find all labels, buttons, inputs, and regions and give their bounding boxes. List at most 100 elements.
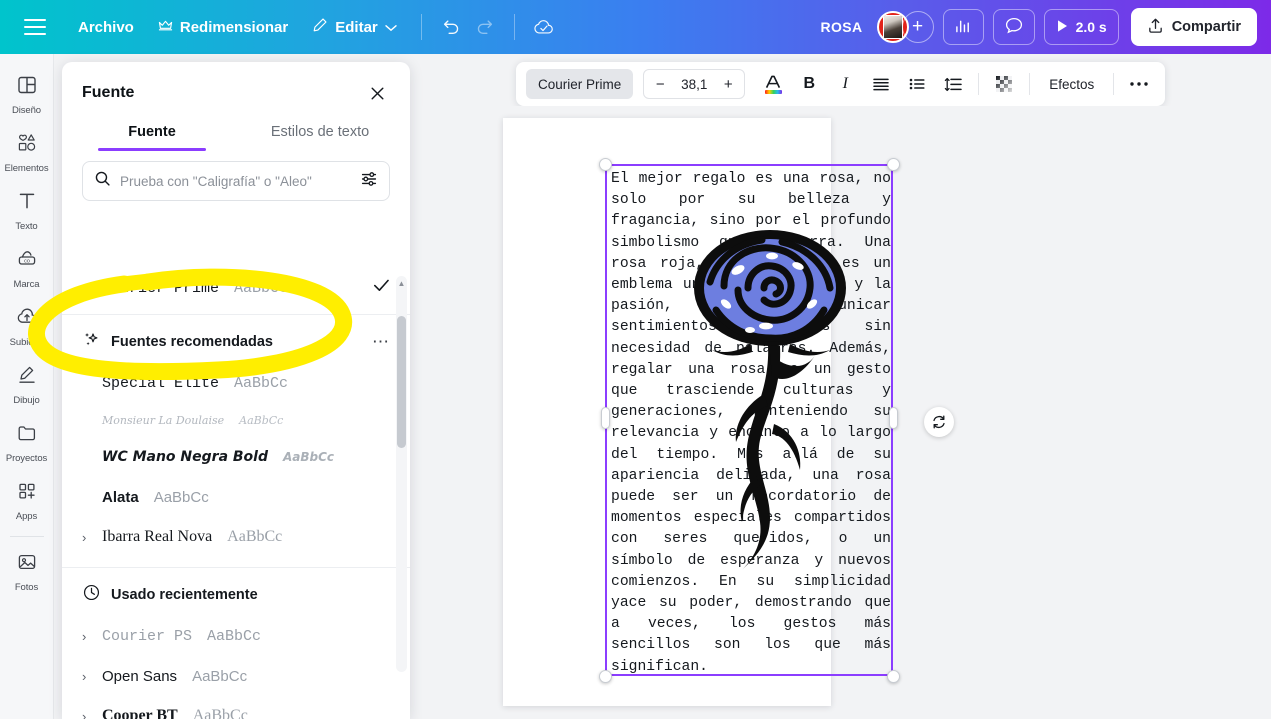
font-row-courier-prime[interactable]: › Courier Prime AaBbCc: [62, 268, 410, 308]
resize-handle-top-right[interactable]: [887, 158, 900, 171]
text-element-selection-frame[interactable]: El mejor regalo es una rosa, no solo por…: [605, 164, 893, 676]
font-name: Special Elite: [102, 374, 220, 392]
section-label: Usado recientemente: [111, 587, 258, 603]
chevron-right-icon[interactable]: ›: [82, 669, 94, 684]
font-name: Alata: [102, 488, 139, 506]
font-row-wc-mano-negra-bold[interactable]: › WC Mano Negra Bold AaBbCc: [62, 437, 410, 477]
font-sample: AaBbCc: [283, 450, 335, 464]
font-size-increase-button[interactable]: +: [717, 71, 739, 97]
sidebar-item-diseno-label: Diseño: [12, 105, 41, 116]
design-page[interactable]: El mejor regalo es una rosa, no solo por…: [503, 118, 954, 706]
font-search-box[interactable]: [82, 161, 390, 201]
bullet-list-icon[interactable]: [901, 68, 933, 100]
cloud-saved-icon[interactable]: [527, 10, 561, 44]
font-size-decrease-button[interactable]: −: [649, 71, 671, 97]
resize-handle-left-mid[interactable]: [601, 407, 610, 429]
font-family-selector[interactable]: Courier Prime: [526, 69, 634, 99]
font-row-courier-ps[interactable]: › Courier PS AaBbCc: [62, 616, 410, 656]
font-size-input[interactable]: [673, 76, 716, 92]
resize-handle-bottom-left[interactable]: [599, 670, 612, 683]
sidebar-item-apps-label: Apps: [15, 511, 38, 522]
chevron-down-icon: [385, 19, 397, 36]
section-fuentes-recomendadas: Fuentes recomendadas ⋯: [62, 321, 410, 363]
more-options-ellipsis-icon[interactable]: [1123, 68, 1155, 100]
menu-editar[interactable]: Editar: [300, 10, 409, 44]
sidebar-item-proyectos[interactable]: Proyectos: [0, 414, 54, 472]
comment-button[interactable]: [992, 9, 1035, 45]
effects-button[interactable]: Efectos: [1039, 77, 1104, 92]
font-list-scrollbar[interactable]: ▲: [396, 276, 407, 672]
pen-draw-icon: [16, 364, 38, 391]
sidebar-item-texto[interactable]: Texto: [0, 182, 54, 240]
font-row-ibarra-real-nova[interactable]: › Ibarra Real Nova AaBbCc: [62, 517, 410, 557]
font-sample: AaBbCc: [192, 667, 248, 685]
sidebar-item-elementos[interactable]: Elementos: [0, 124, 54, 182]
list-divider-2: [62, 567, 410, 568]
font-list[interactable]: › Courier Prime AaBbCc Fuentes recomenda…: [62, 268, 410, 719]
chevron-right-icon[interactable]: ›: [82, 709, 94, 719]
add-member-button[interactable]: +: [901, 11, 934, 43]
close-icon[interactable]: [364, 80, 390, 106]
font-name: Open Sans: [102, 667, 178, 685]
sidebar-item-subidos[interactable]: Subidos: [0, 298, 54, 356]
resize-handle-top-left[interactable]: [599, 158, 612, 171]
rotate-handle-icon[interactable]: [924, 407, 954, 437]
hamburger-icon[interactable]: [24, 19, 46, 35]
canvas-text-content[interactable]: El mejor regalo es una rosa, no solo por…: [611, 169, 891, 678]
italic-button[interactable]: I: [829, 68, 861, 100]
sidebar-item-apps[interactable]: Apps: [0, 472, 54, 530]
font-row-special-elite[interactable]: › Special Elite AaBbCc: [62, 363, 410, 403]
sidebar-item-marca[interactable]: co Marca: [0, 240, 54, 298]
sidebar-item-fotos[interactable]: Fotos: [0, 543, 54, 601]
resize-handle-right-mid[interactable]: [889, 407, 898, 429]
font-row-alata[interactable]: › Alata AaBbCc: [62, 477, 410, 517]
sidebar-item-proyectos-label: Proyectos: [5, 453, 48, 464]
sidebar-item-elementos-label: Elementos: [4, 163, 49, 174]
left-sidebar-rail: Diseño Elementos Texto co Marca Subidos: [0, 54, 54, 719]
toolbar-divider-5: [1113, 73, 1115, 95]
sidebar-item-diseno[interactable]: Diseño: [0, 66, 54, 124]
line-spacing-icon[interactable]: [937, 68, 969, 100]
sidebar-item-subidos-label: Subidos: [9, 337, 44, 348]
resize-handle-bottom-right[interactable]: [887, 670, 900, 683]
bold-label: B: [803, 75, 816, 92]
font-row-open-sans[interactable]: › Open Sans AaBbCc: [62, 656, 410, 696]
italic-label: I: [842, 75, 848, 92]
photo-icon: [16, 551, 38, 578]
menu-editar-label: Editar: [335, 18, 378, 36]
crown-icon: [158, 19, 173, 36]
bold-button[interactable]: B: [793, 68, 825, 100]
filter-sliders-icon[interactable]: [360, 170, 378, 193]
font-sample: AaBbCc: [227, 528, 283, 545]
sidebar-item-dibujo[interactable]: Dibujo: [0, 356, 54, 414]
canvas-area[interactable]: El mejor regalo es una rosa, no solo por…: [422, 106, 1271, 719]
brand-icon: co: [16, 248, 38, 275]
font-name: Courier PS: [102, 627, 193, 645]
search-input[interactable]: [120, 173, 351, 189]
insights-button[interactable]: [942, 9, 984, 45]
menu-archivo[interactable]: Archivo: [66, 12, 146, 43]
chevron-right-icon[interactable]: ›: [82, 530, 94, 545]
chevron-right-icon[interactable]: ›: [82, 629, 94, 644]
font-row-cooper-bt[interactable]: › Cooper BT AaBbCc: [62, 696, 410, 719]
font-row-monsieur-la-doulaise[interactable]: › Monsieur La Doulaise AaBbCc: [62, 403, 410, 437]
upload-icon: [1147, 17, 1164, 38]
undo-icon[interactable]: [434, 10, 468, 44]
ellipsis-icon[interactable]: ⋯: [372, 332, 390, 352]
scrollbar-thumb[interactable]: [397, 316, 406, 448]
tab-fuente[interactable]: Fuente: [68, 112, 236, 151]
transparency-icon[interactable]: [988, 68, 1020, 100]
scroll-up-arrow-icon[interactable]: ▲: [396, 276, 407, 290]
chevron-right-icon[interactable]: ›: [82, 281, 94, 296]
upload-cloud-icon: [16, 306, 38, 333]
text-color-icon[interactable]: [757, 68, 789, 100]
present-button[interactable]: 2.0 s: [1043, 9, 1119, 45]
share-button[interactable]: Compartir: [1130, 8, 1257, 46]
folder-icon: [16, 422, 38, 449]
tab-estilos-de-texto[interactable]: Estilos de texto: [236, 112, 404, 151]
share-label: Compartir: [1171, 19, 1241, 35]
menu-redimensionar[interactable]: Redimensionar: [146, 12, 300, 43]
redo-icon[interactable]: [468, 10, 502, 44]
align-justify-icon[interactable]: [865, 68, 897, 100]
toolbar-divider-1: [420, 14, 422, 40]
